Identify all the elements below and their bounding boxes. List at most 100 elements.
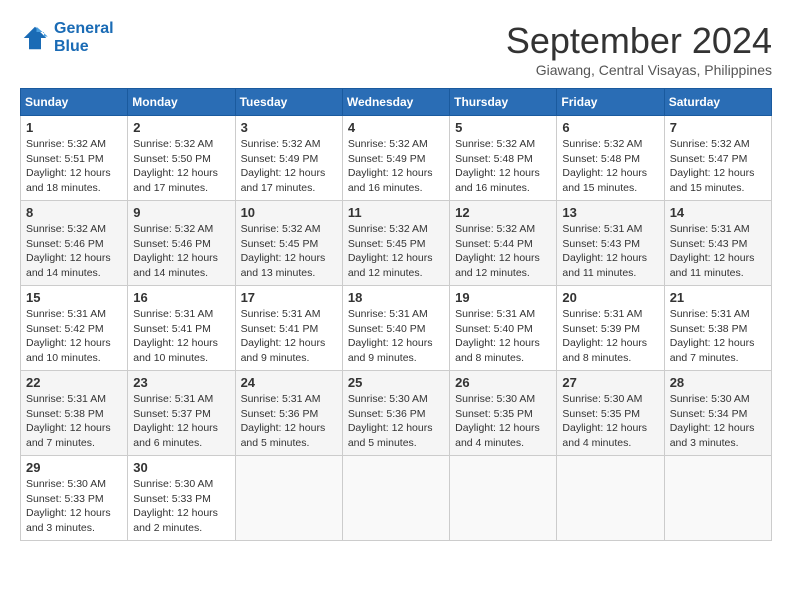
- table-row: 16 Sunrise: 5:31 AM Sunset: 5:41 PM Dayli…: [128, 286, 235, 371]
- table-row: [235, 456, 342, 541]
- day-info: Sunrise: 5:30 AM Sunset: 5:36 PM Dayligh…: [348, 392, 444, 451]
- day-number: 26: [455, 375, 551, 390]
- table-row: 14 Sunrise: 5:31 AM Sunset: 5:43 PM Dayli…: [664, 201, 771, 286]
- col-sunday: Sunday: [21, 89, 128, 116]
- location: Giawang, Central Visayas, Philippines: [506, 62, 772, 78]
- day-info: Sunrise: 5:30 AM Sunset: 5:34 PM Dayligh…: [670, 392, 766, 451]
- day-info: Sunrise: 5:32 AM Sunset: 5:49 PM Dayligh…: [241, 137, 337, 196]
- day-info: Sunrise: 5:31 AM Sunset: 5:42 PM Dayligh…: [26, 307, 122, 366]
- table-row: 28 Sunrise: 5:30 AM Sunset: 5:34 PM Dayli…: [664, 371, 771, 456]
- day-number: 7: [670, 120, 766, 135]
- table-row: 10Sunrise: 5:32 AM Sunset: 5:45 PM Dayli…: [235, 201, 342, 286]
- table-row: 11Sunrise: 5:32 AM Sunset: 5:45 PM Dayli…: [342, 201, 449, 286]
- day-info: Sunrise: 5:30 AM Sunset: 5:35 PM Dayligh…: [562, 392, 658, 451]
- day-number: 21: [670, 290, 766, 305]
- table-row: 27Sunrise: 5:30 AM Sunset: 5:35 PM Dayli…: [557, 371, 664, 456]
- day-info: Sunrise: 5:32 AM Sunset: 5:46 PM Dayligh…: [26, 222, 122, 281]
- day-number: 14: [670, 205, 766, 220]
- day-info: Sunrise: 5:30 AM Sunset: 5:33 PM Dayligh…: [133, 477, 229, 536]
- day-number: 22: [26, 375, 122, 390]
- day-info: Sunrise: 5:32 AM Sunset: 5:50 PM Dayligh…: [133, 137, 229, 196]
- header-row: Sunday Monday Tuesday Wednesday Thursday…: [21, 89, 772, 116]
- day-number: 9: [133, 205, 229, 220]
- table-row: 26Sunrise: 5:30 AM Sunset: 5:35 PM Dayli…: [450, 371, 557, 456]
- day-info: Sunrise: 5:31 AM Sunset: 5:41 PM Dayligh…: [133, 307, 229, 366]
- table-row: 25Sunrise: 5:30 AM Sunset: 5:36 PM Dayli…: [342, 371, 449, 456]
- day-number: 16: [133, 290, 229, 305]
- day-number: 1: [26, 120, 122, 135]
- table-row: 6 Sunrise: 5:32 AM Sunset: 5:48 PM Daylig…: [557, 116, 664, 201]
- day-info: Sunrise: 5:32 AM Sunset: 5:48 PM Dayligh…: [562, 137, 658, 196]
- day-info: Sunrise: 5:31 AM Sunset: 5:40 PM Dayligh…: [455, 307, 551, 366]
- day-number: 18: [348, 290, 444, 305]
- col-monday: Monday: [128, 89, 235, 116]
- day-info: Sunrise: 5:31 AM Sunset: 5:37 PM Dayligh…: [133, 392, 229, 451]
- col-tuesday: Tuesday: [235, 89, 342, 116]
- table-row: 7Sunrise: 5:32 AM Sunset: 5:47 PM Daylig…: [664, 116, 771, 201]
- calendar-week-2: 8 Sunrise: 5:32 AM Sunset: 5:46 PM Daylig…: [21, 201, 772, 286]
- table-row: [450, 456, 557, 541]
- table-row: 18 Sunrise: 5:31 AM Sunset: 5:40 PM Dayli…: [342, 286, 449, 371]
- col-saturday: Saturday: [664, 89, 771, 116]
- day-info: Sunrise: 5:31 AM Sunset: 5:41 PM Dayligh…: [241, 307, 337, 366]
- day-number: 6: [562, 120, 658, 135]
- day-info: Sunrise: 5:31 AM Sunset: 5:36 PM Dayligh…: [241, 392, 337, 451]
- table-row: 23 Sunrise: 5:31 AM Sunset: 5:37 PM Dayli…: [128, 371, 235, 456]
- day-number: 10: [241, 205, 337, 220]
- day-info: Sunrise: 5:31 AM Sunset: 5:43 PM Dayligh…: [562, 222, 658, 281]
- day-info: Sunrise: 5:32 AM Sunset: 5:51 PM Dayligh…: [26, 137, 122, 196]
- table-row: 8 Sunrise: 5:32 AM Sunset: 5:46 PM Daylig…: [21, 201, 128, 286]
- day-info: Sunrise: 5:32 AM Sunset: 5:48 PM Dayligh…: [455, 137, 551, 196]
- col-friday: Friday: [557, 89, 664, 116]
- day-number: 20: [562, 290, 658, 305]
- day-number: 24: [241, 375, 337, 390]
- calendar-table: Sunday Monday Tuesday Wednesday Thursday…: [20, 88, 772, 541]
- day-number: 29: [26, 460, 122, 475]
- table-row: 22 Sunrise: 5:31 AM Sunset: 5:38 PM Dayli…: [21, 371, 128, 456]
- day-info: Sunrise: 5:32 AM Sunset: 5:44 PM Dayligh…: [455, 222, 551, 281]
- day-number: 2: [133, 120, 229, 135]
- day-info: Sunrise: 5:31 AM Sunset: 5:40 PM Dayligh…: [348, 307, 444, 366]
- table-row: 2 Sunrise: 5:32 AM Sunset: 5:50 PM Daylig…: [128, 116, 235, 201]
- day-number: 13: [562, 205, 658, 220]
- day-number: 8: [26, 205, 122, 220]
- day-number: 17: [241, 290, 337, 305]
- table-row: 5 Sunrise: 5:32 AM Sunset: 5:48 PM Daylig…: [450, 116, 557, 201]
- table-row: 9Sunrise: 5:32 AM Sunset: 5:46 PM Daylig…: [128, 201, 235, 286]
- table-row: 20 Sunrise: 5:31 AM Sunset: 5:39 PM Dayli…: [557, 286, 664, 371]
- table-row: [664, 456, 771, 541]
- day-number: 11: [348, 205, 444, 220]
- day-number: 15: [26, 290, 122, 305]
- table-row: 15 Sunrise: 5:31 AM Sunset: 5:42 PM Dayli…: [21, 286, 128, 371]
- table-row: 3 Sunrise: 5:32 AM Sunset: 5:49 PM Daylig…: [235, 116, 342, 201]
- day-number: 4: [348, 120, 444, 135]
- title-block: September 2024 Giawang, Central Visayas,…: [506, 20, 772, 78]
- day-number: 3: [241, 120, 337, 135]
- table-row: 13 Sunrise: 5:31 AM Sunset: 5:43 PM Dayli…: [557, 201, 664, 286]
- table-row: 12Sunrise: 5:32 AM Sunset: 5:44 PM Dayli…: [450, 201, 557, 286]
- table-row: 19 Sunrise: 5:31 AM Sunset: 5:40 PM Dayli…: [450, 286, 557, 371]
- table-row: [342, 456, 449, 541]
- table-row: 21 Sunrise: 5:31 AM Sunset: 5:38 PM Dayli…: [664, 286, 771, 371]
- day-info: Sunrise: 5:31 AM Sunset: 5:38 PM Dayligh…: [670, 307, 766, 366]
- table-row: [557, 456, 664, 541]
- day-info: Sunrise: 5:31 AM Sunset: 5:38 PM Dayligh…: [26, 392, 122, 451]
- day-info: Sunrise: 5:31 AM Sunset: 5:39 PM Dayligh…: [562, 307, 658, 366]
- day-number: 19: [455, 290, 551, 305]
- day-number: 23: [133, 375, 229, 390]
- logo-icon: [20, 23, 50, 53]
- day-info: Sunrise: 5:31 AM Sunset: 5:43 PM Dayligh…: [670, 222, 766, 281]
- table-row: 1 Sunrise: 5:32 AM Sunset: 5:51 PM Daylig…: [21, 116, 128, 201]
- col-thursday: Thursday: [450, 89, 557, 116]
- table-row: 24 Sunrise: 5:31 AM Sunset: 5:36 PM Dayli…: [235, 371, 342, 456]
- day-number: 28: [670, 375, 766, 390]
- day-number: 5: [455, 120, 551, 135]
- table-row: 17 Sunrise: 5:31 AM Sunset: 5:41 PM Dayli…: [235, 286, 342, 371]
- day-info: Sunrise: 5:30 AM Sunset: 5:33 PM Dayligh…: [26, 477, 122, 536]
- page-header: General Blue September 2024 Giawang, Cen…: [20, 20, 772, 78]
- month-title: September 2024: [506, 20, 772, 62]
- calendar-week-5: 29 Sunrise: 5:30 AM Sunset: 5:33 PM Dayli…: [21, 456, 772, 541]
- table-row: 30 Sunrise: 5:30 AM Sunset: 5:33 PM Dayli…: [128, 456, 235, 541]
- day-info: Sunrise: 5:32 AM Sunset: 5:49 PM Dayligh…: [348, 137, 444, 196]
- day-number: 30: [133, 460, 229, 475]
